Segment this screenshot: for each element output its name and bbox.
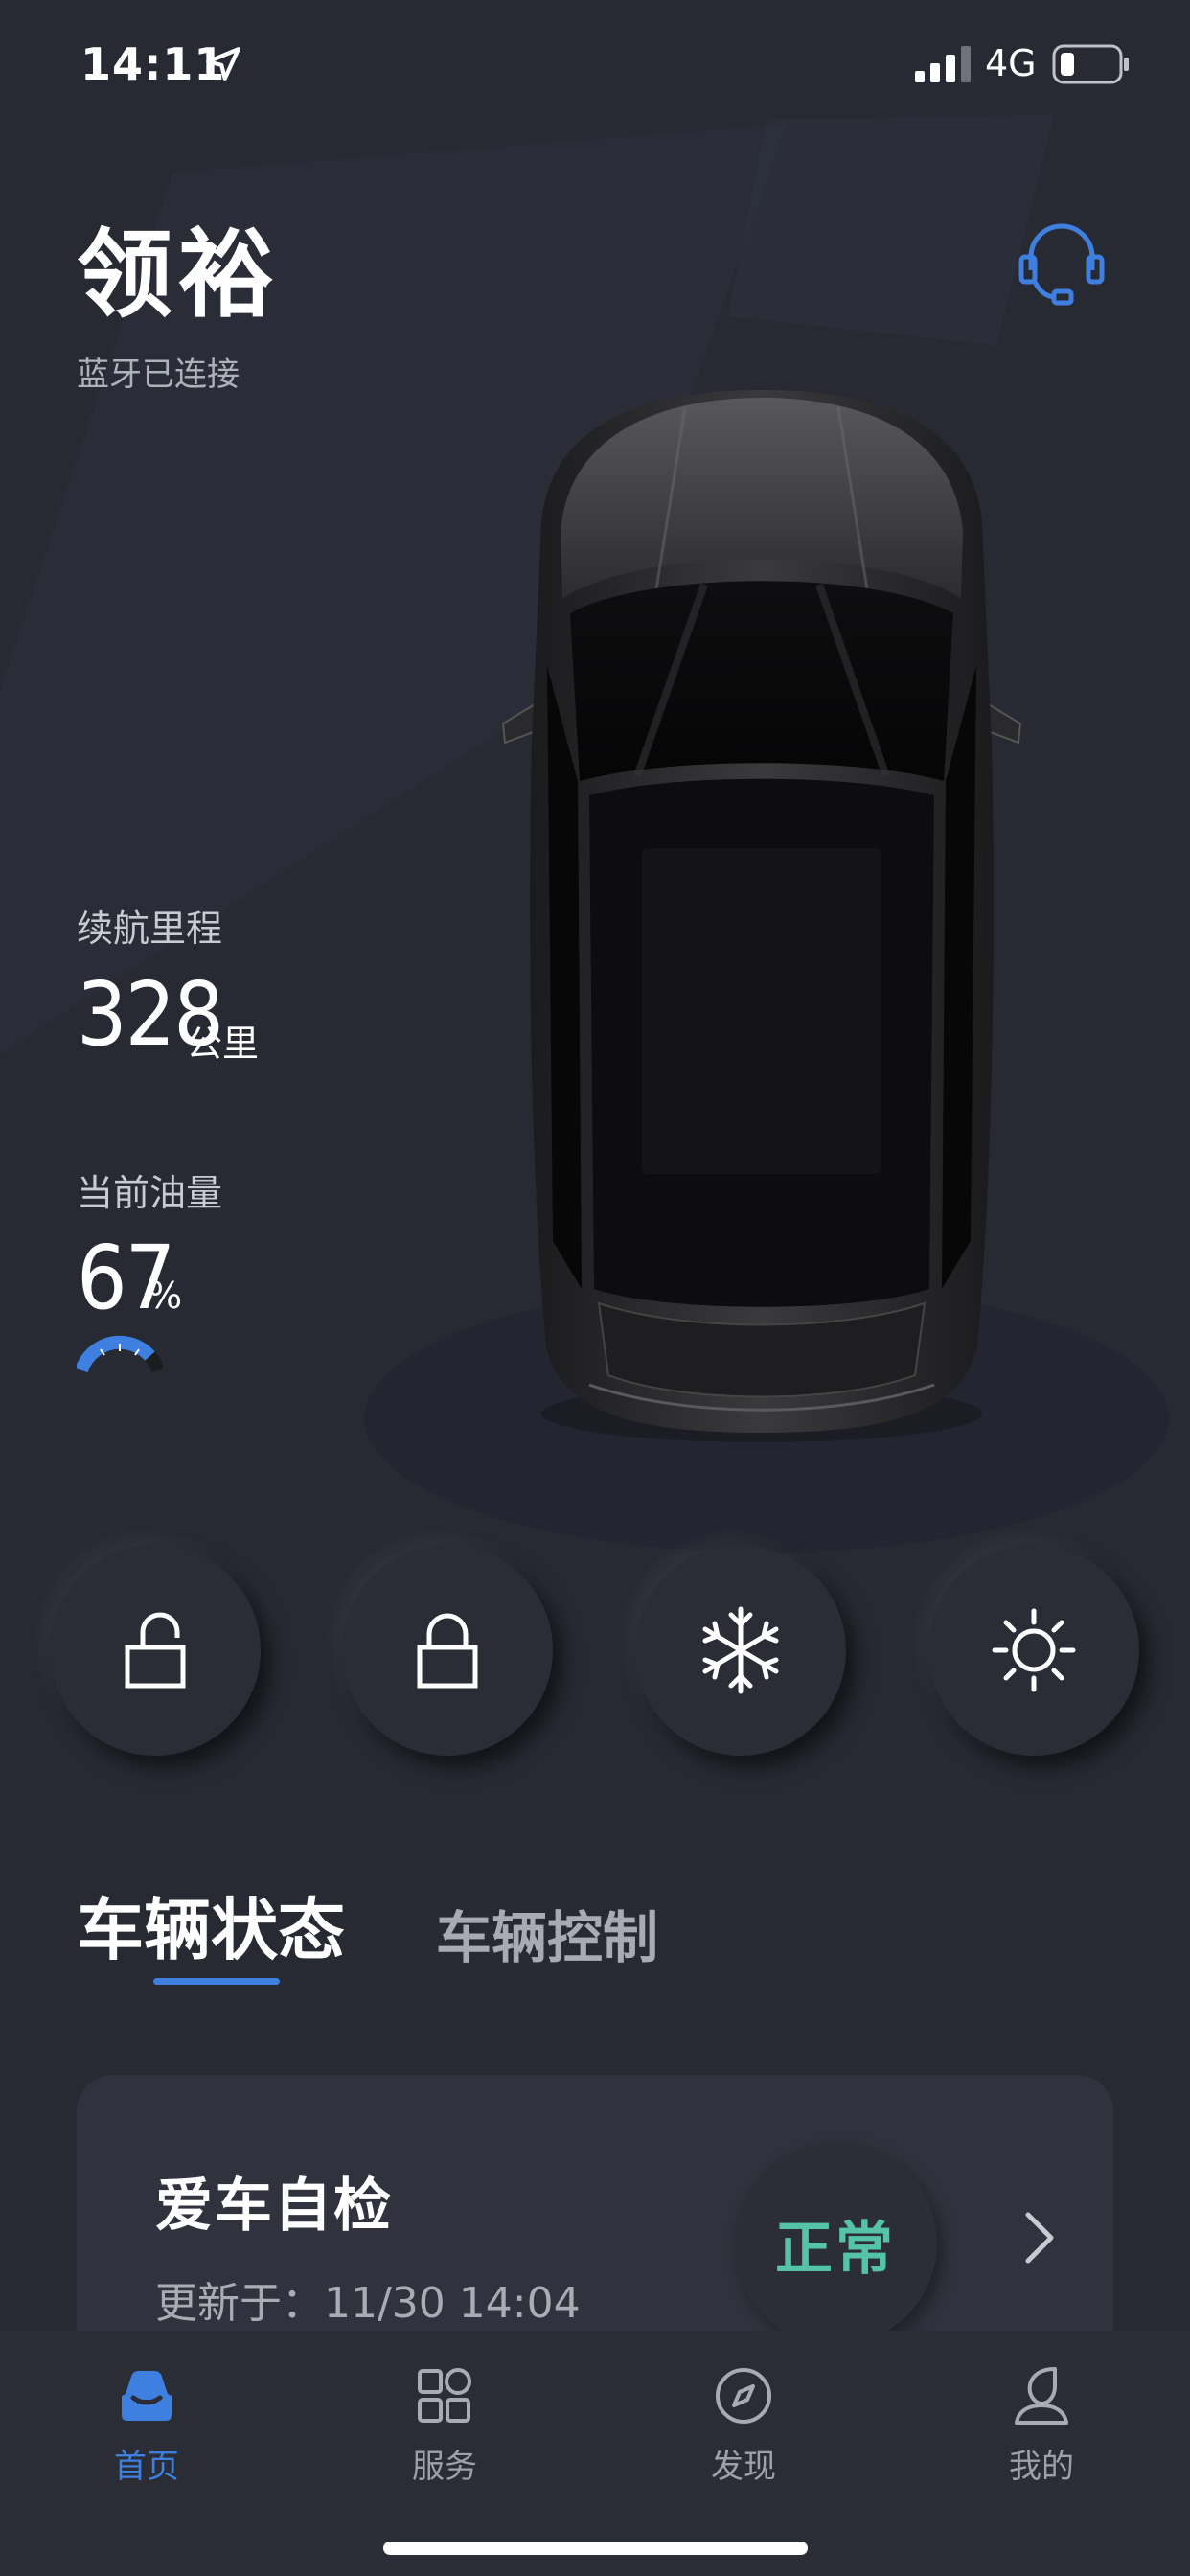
- sun-icon: [992, 1608, 1076, 1692]
- profile-icon: [1015, 2367, 1068, 2425]
- car-home-icon: [122, 2371, 172, 2421]
- chevron-right-icon[interactable]: [1020, 2209, 1059, 2266]
- range-unit: 公里: [186, 1023, 260, 1065]
- tab-vehicle-status[interactable]: 车辆状态: [77, 1876, 345, 1973]
- headset-support-icon[interactable]: [1014, 215, 1110, 310]
- nav-item-services[interactable]: 服务: [349, 2361, 540, 2505]
- car-name-title: 领裕: [77, 218, 280, 331]
- nav-item-discover[interactable]: 发现: [648, 2361, 839, 2505]
- unlock-icon: [125, 1612, 186, 1689]
- self-check-updated-time: 更新于：11/30 14:04: [155, 2279, 581, 2328]
- fuel-label: 当前油量: [77, 1172, 223, 1214]
- grid-icon: [418, 2368, 471, 2423]
- network-type: 4G: [985, 42, 1037, 84]
- nav-label-mine: 我的: [1009, 2448, 1074, 2486]
- location-arrow-icon: [206, 47, 240, 80]
- ac-heat-button[interactable]: [928, 1545, 1139, 1756]
- bottom-nav: 首页 服务 发现 我的: [0, 2331, 1190, 2576]
- nav-label-home: 首页: [114, 2448, 179, 2486]
- nav-label-services: 服务: [412, 2448, 477, 2486]
- bluetooth-status: 蓝牙已连接: [77, 356, 240, 394]
- fuel-unit: %: [148, 1275, 183, 1317]
- compass-icon: [716, 2368, 771, 2424]
- home-indicator: [383, 2542, 808, 2555]
- unlock-button[interactable]: [50, 1545, 261, 1756]
- active-tab-indicator: [153, 1978, 280, 1985]
- nav-item-mine[interactable]: 我的: [946, 2361, 1137, 2505]
- self-check-title: 爱车自检: [155, 2173, 393, 2240]
- lock-button[interactable]: [342, 1545, 553, 1756]
- lock-icon: [417, 1613, 478, 1689]
- tab-vehicle-control[interactable]: 车辆控制: [436, 1893, 658, 1973]
- status-badge: 正常: [734, 2142, 937, 2345]
- nav-label-discover: 发现: [711, 2448, 776, 2486]
- ac-cool-button[interactable]: [635, 1545, 846, 1756]
- snowflake-icon: [702, 1606, 779, 1694]
- range-label: 续航里程: [77, 908, 223, 950]
- fuel-gauge: [77, 1335, 163, 1373]
- cellular-signal-icon: [915, 46, 971, 82]
- battery-icon: [1052, 44, 1129, 84]
- nav-item-home[interactable]: 首页: [51, 2361, 242, 2505]
- status-bar: 14:11 4G: [0, 0, 1190, 125]
- car-top-view-image: [501, 390, 1022, 1442]
